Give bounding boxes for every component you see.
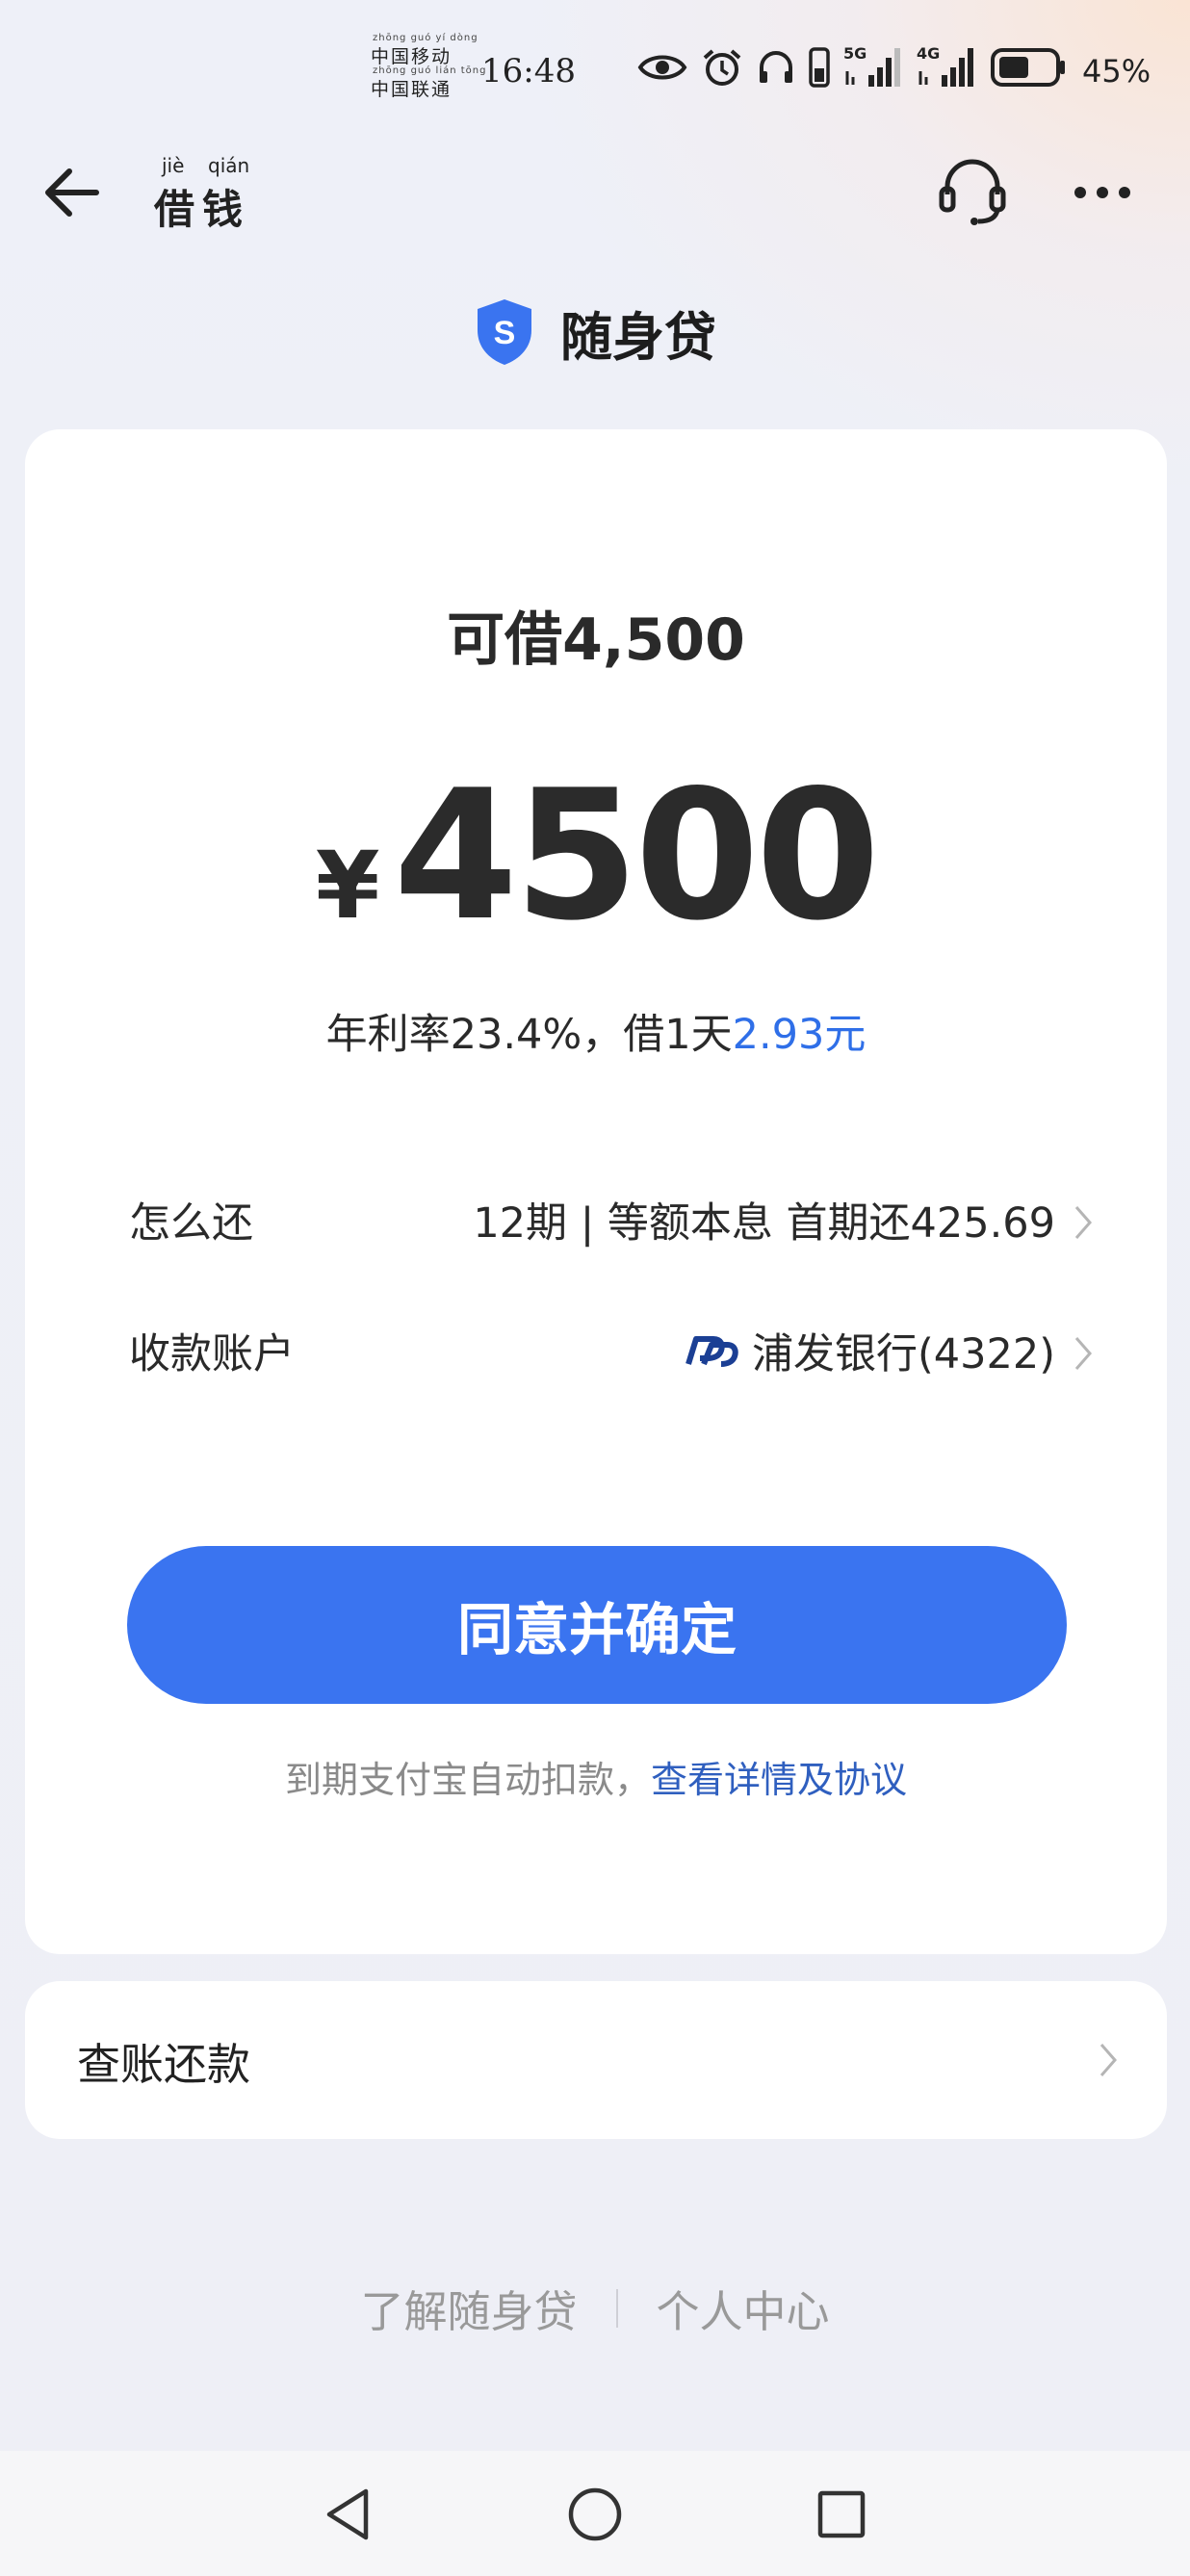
page-title-pinyin-1: jiè [162, 154, 185, 177]
nav-recents-button[interactable] [811, 2484, 872, 2545]
currency-symbol: ¥ [315, 832, 380, 940]
page-title-text: 借钱 [154, 186, 251, 233]
product-name: 随身贷 [560, 306, 716, 368]
repayment-plan-label: 怎么还 [129, 1199, 253, 1248]
alarm-icon [703, 49, 741, 86]
carrier-name-1: 中国移动 [371, 46, 453, 67]
logo-letter: S [494, 315, 516, 351]
carrier-name-2: 中国联通 [371, 79, 453, 100]
bank-logo-icon [686, 1336, 738, 1367]
product-heading: S 随身贷 [0, 289, 1190, 375]
more-icon [1074, 187, 1130, 198]
shield-logo-icon: S [478, 299, 531, 365]
headset-icon [939, 159, 1006, 225]
system-nav-bar [0, 2451, 1190, 2576]
page-title: jiè qián 借钱 [154, 154, 260, 233]
chevron-right-icon [1074, 1337, 1092, 1370]
headphones-icon [760, 51, 792, 83]
status-icons: 5G 4G 45% [637, 40, 1151, 94]
triangle-back-icon [326, 2488, 369, 2540]
daily-interest: 2.93元 [732, 1011, 867, 1059]
available-amount-label: 可借4,500 [447, 606, 745, 674]
loan-card: 可借4,500 ¥ 4500 年利率23.4%，借1天2.93元 怎么还 12期… [25, 429, 1167, 1954]
amount-input[interactable]: ¥ 4500 [25, 766, 1167, 945]
agreement-text: 到期支付宝自动扣款， [284, 1759, 651, 1801]
confirm-button[interactable]: 同意并确定 [127, 1546, 1067, 1704]
status-bar: zhōng guó yí dòng 中国移动 zhōng guó lián tō… [0, 0, 1190, 144]
battery-icon [991, 48, 1065, 87]
signal-4g-icon: 4G [917, 44, 976, 89]
personal-center-link[interactable]: 个人中心 [657, 2277, 830, 2339]
footer-links: 了解随身贷 个人中心 [0, 2277, 1190, 2339]
nav-home-button[interactable] [564, 2484, 626, 2545]
nav-back-button[interactable] [318, 2484, 379, 2545]
square-recents-icon [817, 2490, 866, 2538]
more-button[interactable] [1069, 164, 1136, 221]
interest-rate-info: 年利率23.4%，借1天2.93元 [25, 1001, 1167, 1061]
phone-battery-icon [809, 47, 830, 88]
loan-amount: 4500 [393, 751, 881, 960]
back-arrow-icon [45, 168, 99, 217]
chevron-right-icon [1099, 2044, 1117, 2076]
circle-home-icon [568, 2487, 622, 2541]
chevron-right-icon [1074, 1206, 1092, 1239]
repayment-plan-row[interactable]: 怎么还 12期 | 等额本息 首期还425.69 [129, 1178, 1094, 1255]
receiving-account-row[interactable]: 收款账户 浦发银行(4322) [129, 1309, 1094, 1386]
signal-5g-icon: 5G [843, 44, 903, 89]
status-time: 16:48 [481, 52, 576, 90]
rate-text: 年利率23.4%，借1天 [325, 1011, 733, 1059]
header: jiè qián 借钱 [0, 144, 1190, 241]
page-title-pinyin-2: qián [208, 154, 250, 177]
battery-percent: 45% [1082, 53, 1151, 90]
agreement-link[interactable]: 查看详情及协议 [651, 1759, 907, 1801]
customer-service-button[interactable] [936, 154, 1009, 227]
eye-icon [637, 55, 687, 80]
bill-repay-label: 查账还款 [77, 2039, 251, 2090]
back-button[interactable] [39, 158, 108, 227]
carrier-label: zhōng guó yí dòng 中国移动 zhōng guó lián tō… [371, 33, 485, 100]
about-product-link[interactable]: 了解随身贷 [360, 2277, 577, 2339]
agreement-notice: 到期支付宝自动扣款，查看详情及协议 [25, 1750, 1167, 1803]
receiving-account-value: 浦发银行(4322) [685, 1321, 1055, 1380]
bill-repay-row[interactable]: 查账还款 [25, 1981, 1167, 2139]
bank-account-text: 浦发银行(4322) [752, 1330, 1055, 1378]
receiving-account-label: 收款账户 [129, 1330, 295, 1378]
footer-divider [615, 2288, 618, 2328]
repayment-plan-value: 12期 | 等额本息 首期还425.69 [473, 1199, 1055, 1248]
